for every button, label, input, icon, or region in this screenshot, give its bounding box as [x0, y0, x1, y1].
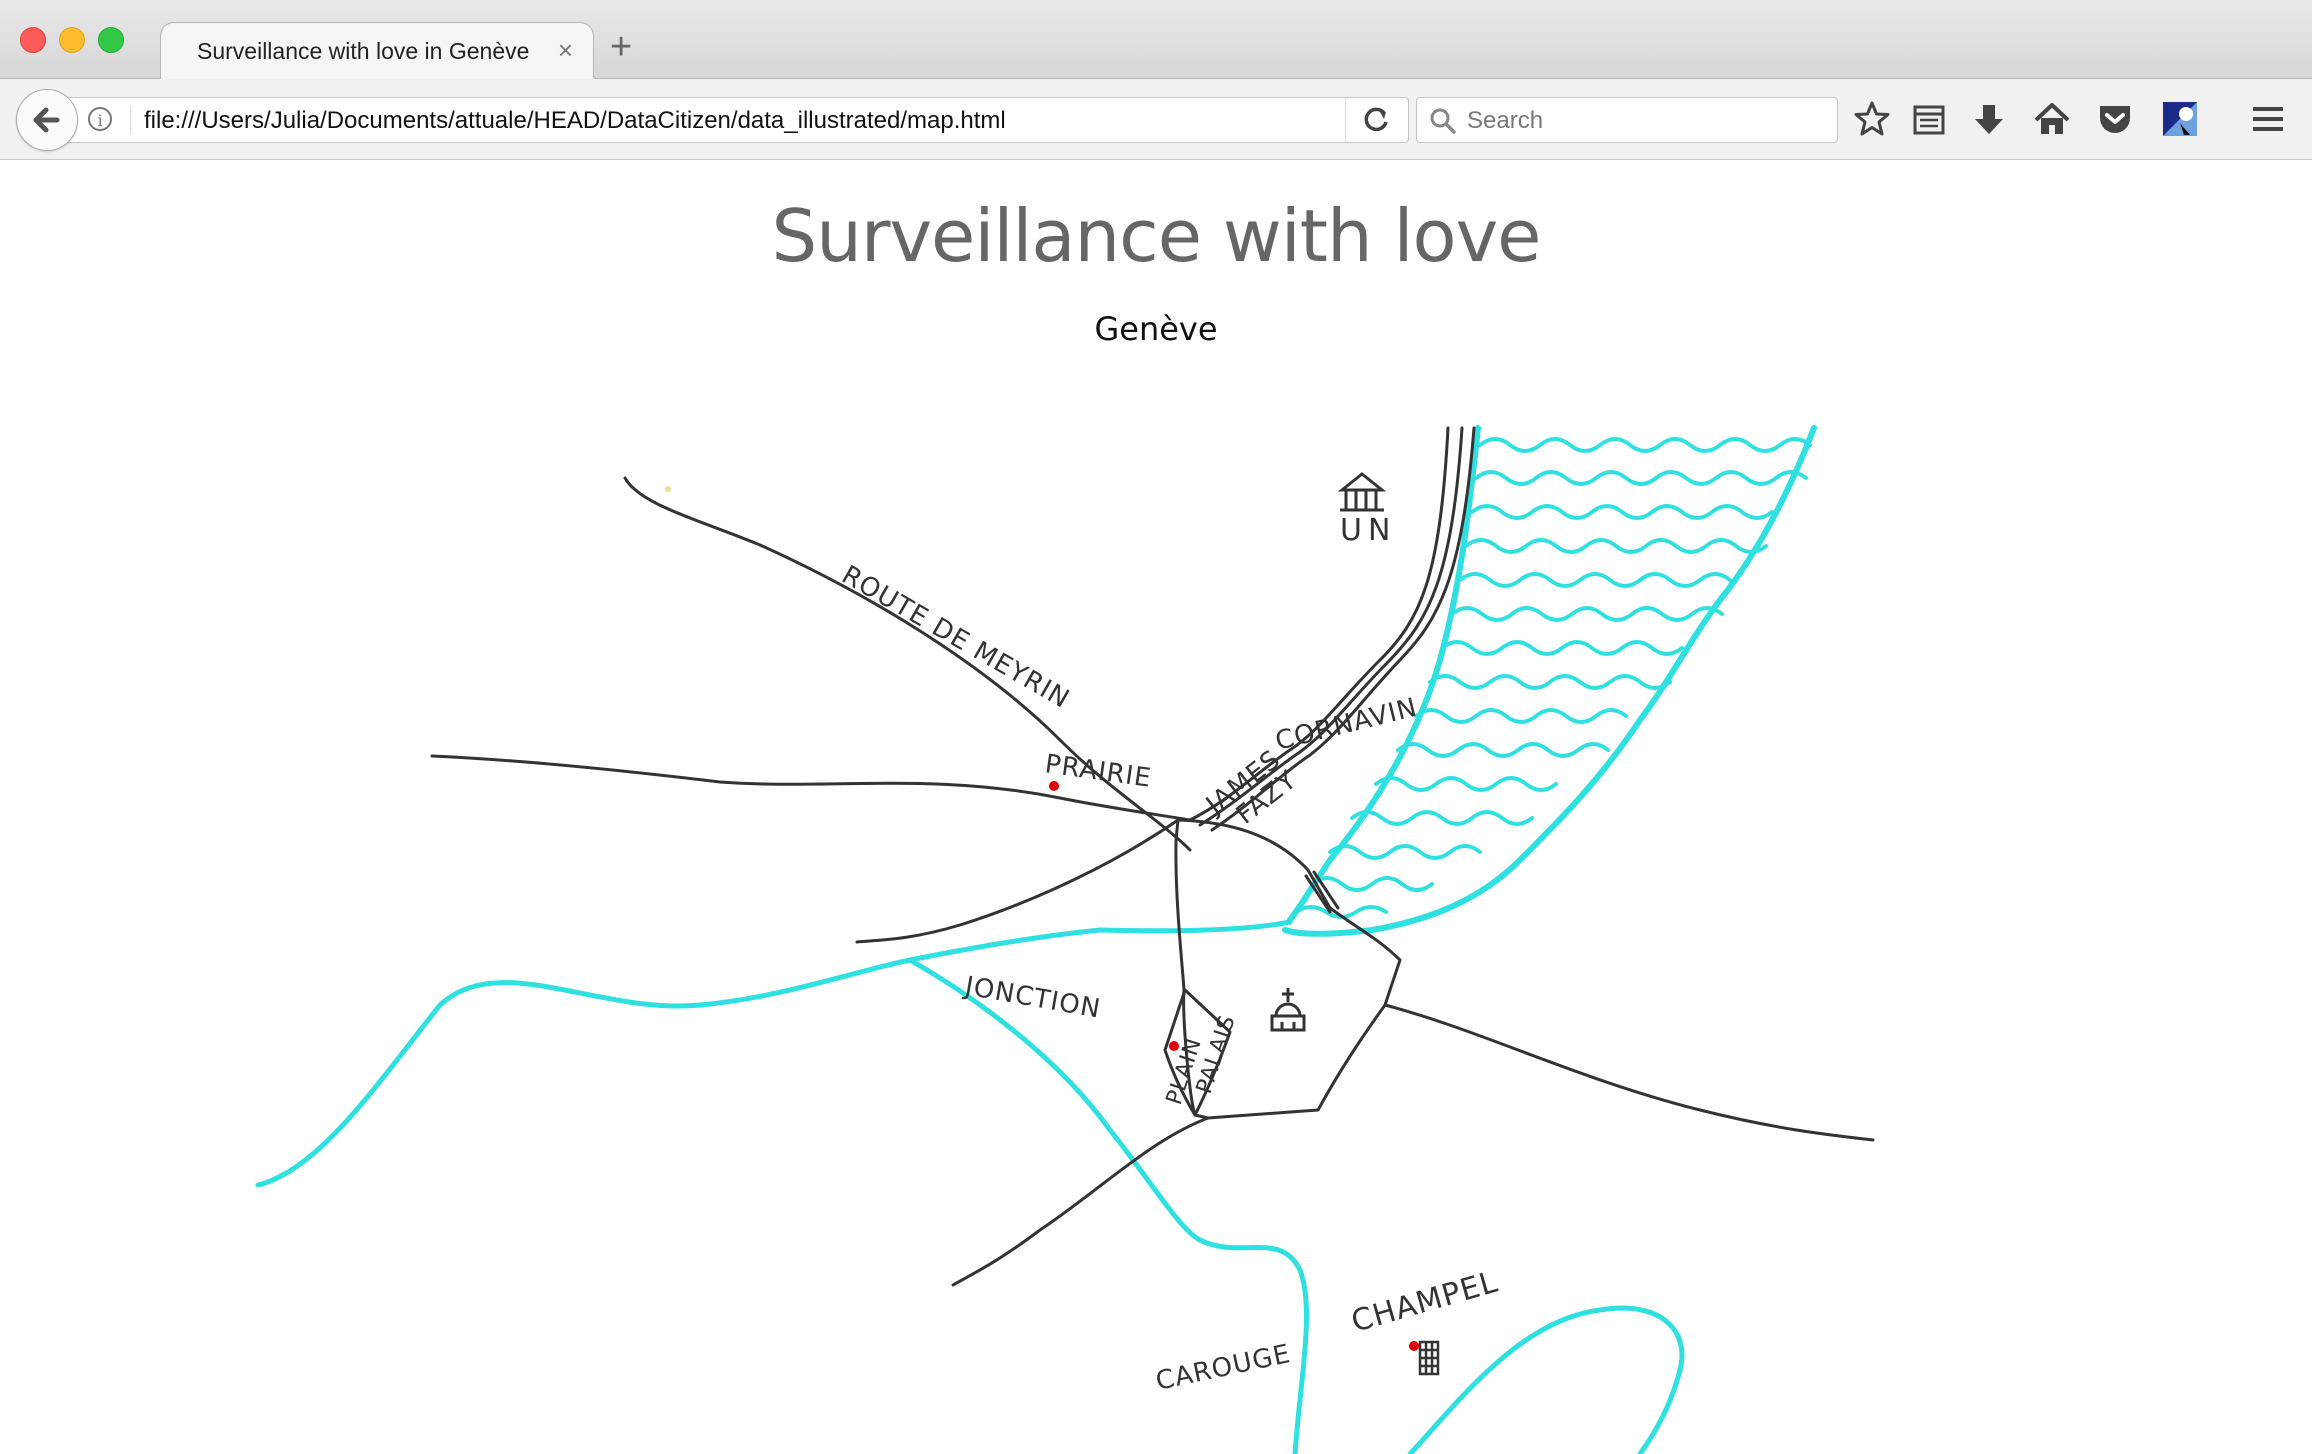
maximize-window-button[interactable]: [98, 27, 124, 53]
download-arrow-icon[interactable]: [1969, 99, 2009, 139]
reload-icon: [1364, 107, 1388, 132]
tab-active[interactable]: Surveillance with love in Genève ×: [160, 22, 594, 80]
label-route-de-meyrin: ROUTE DE MEYRIN: [837, 560, 1075, 715]
label-jonction: JONCTION: [961, 971, 1103, 1025]
tab-close-icon[interactable]: ×: [558, 35, 573, 66]
hamburger-menu-icon[interactable]: [2248, 99, 2288, 139]
label-prairie: PRAIRIE: [1043, 749, 1153, 794]
label-un: UN: [1340, 513, 1396, 548]
label-cornavin: CORNAVIN: [1272, 693, 1420, 757]
url-text[interactable]: file:///Users/Julia/Documents/attuale/HE…: [144, 107, 1006, 135]
extension-icon[interactable]: [2160, 99, 2200, 139]
address-bar[interactable]: i file:///Users/Julia/Documents/attuale/…: [56, 97, 1409, 143]
close-window-button[interactable]: [20, 27, 46, 53]
tab-bar: Surveillance with love in Genève × +: [0, 0, 2312, 80]
browser-window: Surveillance with love in Genève × + i f…: [0, 0, 2312, 1454]
navigation-bar: i file:///Users/Julia/Documents/attuale/…: [0, 79, 2312, 160]
minimize-window-button[interactable]: [59, 27, 85, 53]
label-carouge: CAROUGE: [1153, 1339, 1293, 1397]
illustrated-map: ROUTE DE MEYRIN PRAIRIE JAMES FAZY CORNA…: [255, 425, 1875, 1454]
home-icon[interactable]: [2032, 99, 2072, 139]
lake: [1282, 425, 1817, 937]
camera-marker-prairie: [1049, 781, 1059, 791]
search-placeholder: Search: [1467, 107, 1544, 134]
url-separator: [130, 106, 131, 134]
label-champel: CHAMPEL: [1348, 1265, 1502, 1340]
reading-list-icon[interactable]: [1909, 99, 1949, 139]
info-icon[interactable]: i: [88, 107, 112, 131]
church-icon: [1270, 988, 1306, 1032]
bookmark-star-icon[interactable]: [1852, 99, 1892, 139]
tab-title: Surveillance with love in Genève: [197, 38, 530, 64]
reload-button[interactable]: [1345, 98, 1408, 142]
building-icon: [1418, 1340, 1440, 1376]
camera-markers: [1049, 781, 1419, 1351]
search-icon: [1430, 108, 1456, 134]
pocket-icon[interactable]: [2095, 99, 2135, 139]
search-box[interactable]: Search: [1416, 97, 1838, 143]
camera-marker-champel: [1409, 1341, 1419, 1351]
page-content: Surveillance with love Genève ROUTE DE M…: [0, 160, 2312, 1454]
un-building-icon: [1337, 472, 1387, 512]
new-tab-button[interactable]: +: [610, 28, 632, 66]
back-arrow-icon: [33, 107, 60, 133]
roads: [430, 426, 1875, 1287]
back-button[interactable]: [16, 89, 78, 151]
stray-dot: [665, 486, 671, 492]
